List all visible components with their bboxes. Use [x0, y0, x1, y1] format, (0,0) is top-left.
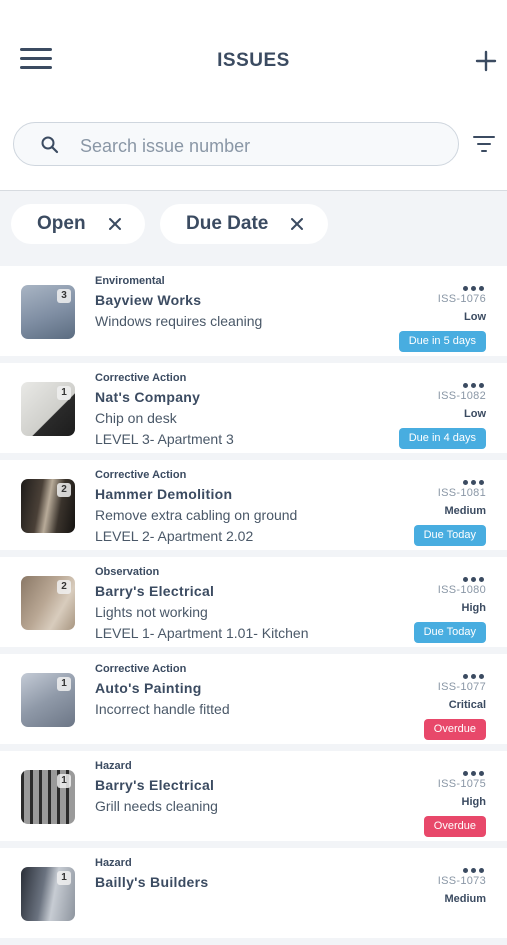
filter-chip-due-date[interactable]: Due Date	[160, 204, 328, 244]
issue-description: Incorrect handle fitted	[95, 701, 230, 717]
close-icon[interactable]	[289, 216, 305, 232]
filter-chip-open[interactable]: Open	[11, 204, 145, 244]
issue-description: Remove extra cabling on ground	[95, 507, 298, 523]
issue-row[interactable]: 1 Hazard Bailly's Builders ISS-1073 Medi…	[0, 848, 507, 938]
issue-photo: 1	[21, 867, 75, 921]
issue-row[interactable]: 1 Corrective Action Auto's Painting Inco…	[0, 654, 507, 744]
issue-number: ISS-1082	[437, 390, 486, 402]
issue-row[interactable]: 2 Observation Barry's Electrical Lights …	[0, 557, 507, 647]
issue-priority: Low	[464, 311, 486, 323]
issue-company: Bayview Works	[95, 292, 202, 308]
filter-icon[interactable]	[472, 134, 496, 154]
issue-list: 3 Enviromental Bayview Works Windows req…	[0, 266, 507, 945]
issue-priority: High	[461, 602, 486, 614]
issue-description: Windows requires cleaning	[95, 313, 263, 329]
more-options-icon[interactable]	[463, 666, 487, 679]
search-bar	[13, 122, 459, 166]
add-issue-button[interactable]	[473, 48, 499, 74]
due-badge: Overdue	[423, 816, 486, 837]
issue-photo: 3	[21, 285, 75, 339]
issue-priority: Critical	[448, 699, 486, 711]
filter-chip-label: Open	[37, 213, 86, 234]
photo-count-badge: 2	[57, 483, 71, 497]
photo-count-badge: 1	[57, 677, 71, 691]
due-badge: Overdue	[423, 719, 486, 740]
issue-number: ISS-1075	[437, 778, 486, 790]
more-options-icon[interactable]	[463, 375, 487, 388]
photo-count-badge: 1	[57, 386, 71, 400]
issue-category: Corrective Action	[95, 469, 187, 481]
issue-category: Hazard	[95, 857, 132, 869]
page-title: ISSUES	[217, 50, 290, 71]
issue-description: Chip on desk	[95, 410, 177, 426]
issue-priority: Medium	[444, 893, 486, 905]
issue-number: ISS-1076	[437, 293, 486, 305]
photo-count-badge: 3	[57, 289, 71, 303]
issue-photo: 2	[21, 576, 75, 630]
issue-photo: 2	[21, 479, 75, 533]
photo-count-badge: 1	[57, 774, 71, 788]
issue-number: ISS-1073	[437, 875, 486, 887]
search-icon	[41, 136, 59, 154]
issue-number: ISS-1081	[437, 487, 486, 499]
photo-count-badge: 1	[57, 871, 71, 885]
more-options-icon[interactable]	[463, 472, 487, 485]
issue-row[interactable]: 1 Hazard Barry's Electrical Grill needs …	[0, 751, 507, 841]
more-options-icon[interactable]	[463, 860, 487, 873]
issue-category: Corrective Action	[95, 372, 187, 384]
issue-description: Lights not working	[95, 604, 208, 620]
issue-company: Hammer Demolition	[95, 486, 233, 502]
due-badge: Due Today	[413, 622, 486, 643]
filter-chip-label: Due Date	[186, 213, 269, 234]
issue-company: Barry's Electrical	[95, 777, 215, 793]
issue-description: Grill needs cleaning	[95, 798, 218, 814]
top-bar: ISSUES	[0, 0, 507, 191]
issue-number: ISS-1077	[437, 681, 486, 693]
due-badge: Due in 5 days	[398, 331, 486, 352]
issue-priority: High	[461, 796, 486, 808]
issue-category: Corrective Action	[95, 663, 187, 675]
more-options-icon[interactable]	[463, 278, 487, 291]
issue-row[interactable]: 3 Enviromental Bayview Works Windows req…	[0, 266, 507, 356]
issue-location: LEVEL 3- Apartment 3	[95, 431, 234, 447]
issue-company: Bailly's Builders	[95, 874, 209, 890]
issue-category: Hazard	[95, 760, 132, 772]
issue-priority: Medium	[444, 505, 486, 517]
more-options-icon[interactable]	[463, 763, 487, 776]
issue-company: Barry's Electrical	[95, 583, 215, 599]
issue-photo: 1	[21, 770, 75, 824]
due-badge: Due in 4 days	[398, 428, 486, 449]
issue-priority: Low	[464, 408, 486, 420]
search-input[interactable]	[78, 132, 442, 160]
issue-row[interactable]: 2 Corrective Action Hammer Demolition Re…	[0, 460, 507, 550]
issue-number: ISS-1080	[437, 584, 486, 596]
plus-icon	[475, 50, 497, 72]
issue-location: LEVEL 2- Apartment 2.02	[95, 528, 254, 544]
issue-category: Enviromental	[95, 275, 165, 287]
filter-chips: Open Due Date	[0, 191, 507, 265]
issue-row[interactable]: 1 Corrective Action Nat's Company Chip o…	[0, 363, 507, 453]
issue-company: Auto's Painting	[95, 680, 202, 696]
due-badge: Due Today	[413, 525, 486, 546]
issue-category: Observation	[95, 566, 160, 578]
close-icon[interactable]	[107, 216, 123, 232]
issue-location: LEVEL 1- Apartment 1.01- Kitchen	[95, 625, 309, 641]
issue-company: Nat's Company	[95, 389, 201, 405]
photo-count-badge: 2	[57, 580, 71, 594]
issue-photo: 1	[21, 382, 75, 436]
more-options-icon[interactable]	[463, 569, 487, 582]
issue-photo: 1	[21, 673, 75, 727]
